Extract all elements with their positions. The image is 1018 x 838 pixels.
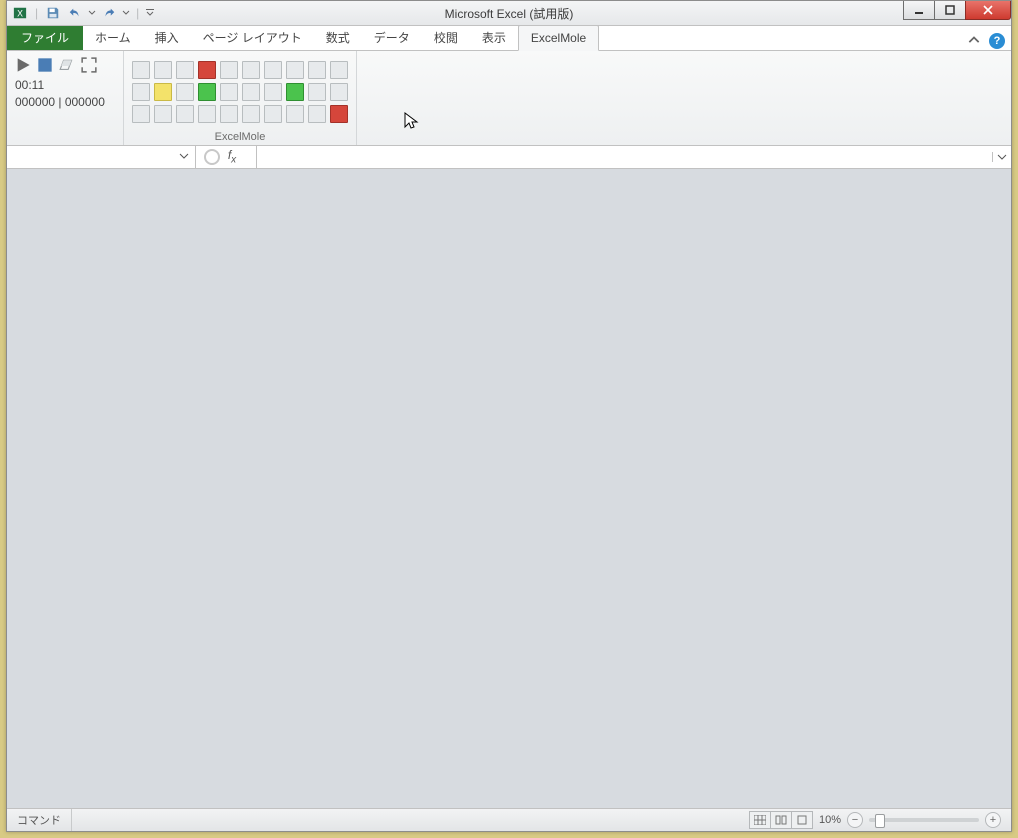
tab-view[interactable]: 表示 <box>470 26 518 50</box>
zoom-level[interactable]: 10% <box>819 814 841 826</box>
fx-button[interactable]: fx <box>196 146 257 168</box>
mole-cell[interactable] <box>198 83 216 101</box>
close-button[interactable] <box>965 1 1011 20</box>
title-bar: X | | Microsoft Excel (試用版) <box>7 1 1011 26</box>
tab-review[interactable]: 校閲 <box>422 26 470 50</box>
undo-dropdown-icon[interactable] <box>88 4 96 22</box>
zoom-in-button[interactable]: + <box>985 812 1001 828</box>
mole-cell[interactable] <box>330 61 348 79</box>
timer-value: 00:11 <box>15 78 115 92</box>
ribbon-group-excelmole: ExcelMole <box>124 51 357 145</box>
ribbon-group-label: ExcelMole <box>132 129 348 143</box>
control-row <box>15 55 115 75</box>
mole-cell[interactable] <box>132 105 150 123</box>
mole-cell[interactable] <box>154 105 172 123</box>
mole-cell[interactable] <box>242 61 260 79</box>
mole-cell[interactable] <box>198 105 216 123</box>
chevron-down-icon[interactable] <box>179 150 189 164</box>
mole-cell[interactable] <box>286 105 304 123</box>
tab-home[interactable]: ホーム <box>83 26 143 50</box>
ribbon-minimize-icon[interactable] <box>965 32 983 50</box>
mole-cell[interactable] <box>154 61 172 79</box>
app-window: X | | Microsoft Excel (試用版) ファイル <box>6 0 1012 832</box>
score-value: 000000 | 000000 <box>15 95 115 109</box>
tab-pagelayout[interactable]: ページ レイアウト <box>191 26 314 50</box>
erase-icon[interactable] <box>59 57 75 73</box>
mole-cell[interactable] <box>154 83 172 101</box>
tab-data[interactable]: データ <box>362 26 422 50</box>
formula-expand-icon[interactable] <box>992 152 1011 162</box>
formula-input[interactable] <box>257 146 992 168</box>
separator: | <box>134 6 141 20</box>
mole-cell[interactable] <box>330 105 348 123</box>
tab-excelmole[interactable]: ExcelMole <box>518 25 599 51</box>
help-icon[interactable]: ? <box>989 33 1005 49</box>
mole-cell[interactable] <box>132 83 150 101</box>
ribbon-tabs: ファイル ホーム 挿入 ページ レイアウト 数式 データ 校閲 表示 Excel… <box>7 26 1011 51</box>
mole-cell[interactable] <box>286 61 304 79</box>
zoom-slider[interactable] <box>869 818 979 822</box>
tab-formulas[interactable]: 数式 <box>314 26 362 50</box>
mole-cell[interactable] <box>176 61 194 79</box>
mole-cell[interactable] <box>242 83 260 101</box>
mole-cell[interactable] <box>308 61 326 79</box>
mole-cell[interactable] <box>176 83 194 101</box>
mole-cell[interactable] <box>286 83 304 101</box>
tab-insert[interactable]: 挿入 <box>143 26 191 50</box>
mole-cell[interactable] <box>308 105 326 123</box>
view-normal-icon[interactable] <box>749 811 771 829</box>
fx-area: fx <box>196 146 1011 168</box>
mole-grid[interactable] <box>132 61 348 123</box>
redo-dropdown-icon[interactable] <box>122 4 130 22</box>
maximize-button[interactable] <box>934 1 966 20</box>
mole-cell[interactable] <box>198 61 216 79</box>
expand-icon[interactable] <box>81 57 97 73</box>
mole-cell[interactable] <box>264 61 282 79</box>
formula-bar: fx <box>7 146 1011 169</box>
view-pagelayout-icon[interactable] <box>770 811 792 829</box>
name-box[interactable] <box>7 146 196 168</box>
svg-text:X: X <box>17 9 23 19</box>
worksheet-area[interactable] <box>7 169 1011 809</box>
save-icon[interactable] <box>44 4 62 22</box>
status-mode: コマンド <box>7 809 72 831</box>
excel-app-icon[interactable]: X <box>11 4 29 22</box>
separator: | <box>33 6 40 20</box>
window-controls <box>904 1 1011 20</box>
ribbon-body: 00:11 000000 | 000000 ExcelMole <box>7 51 1011 146</box>
stop-icon[interactable] <box>37 57 53 73</box>
mole-cell[interactable] <box>264 105 282 123</box>
mole-cell[interactable] <box>132 61 150 79</box>
status-bar: コマンド 10% − + <box>7 809 1011 831</box>
mole-cell[interactable] <box>220 83 238 101</box>
mole-cell[interactable] <box>264 83 282 101</box>
zoom-thumb[interactable] <box>875 814 885 828</box>
mole-cell[interactable] <box>220 105 238 123</box>
ribbon-group-controls: 00:11 000000 | 000000 <box>7 51 124 145</box>
mole-cell[interactable] <box>308 83 326 101</box>
tab-file[interactable]: ファイル <box>7 26 83 50</box>
qat-customize-icon[interactable] <box>145 4 155 22</box>
mole-cell[interactable] <box>242 105 260 123</box>
status-right: 10% − + <box>740 811 1011 829</box>
minimize-button[interactable] <box>903 1 935 20</box>
view-pagebreak-icon[interactable] <box>791 811 813 829</box>
mole-cell[interactable] <box>176 105 194 123</box>
view-buttons <box>750 811 813 829</box>
play-icon[interactable] <box>15 57 31 73</box>
mole-cell[interactable] <box>330 83 348 101</box>
zoom-out-button[interactable]: − <box>847 812 863 828</box>
quick-access-toolbar: X | | <box>7 4 159 22</box>
redo-icon[interactable] <box>100 4 118 22</box>
mole-cell[interactable] <box>220 61 238 79</box>
undo-icon[interactable] <box>66 4 84 22</box>
